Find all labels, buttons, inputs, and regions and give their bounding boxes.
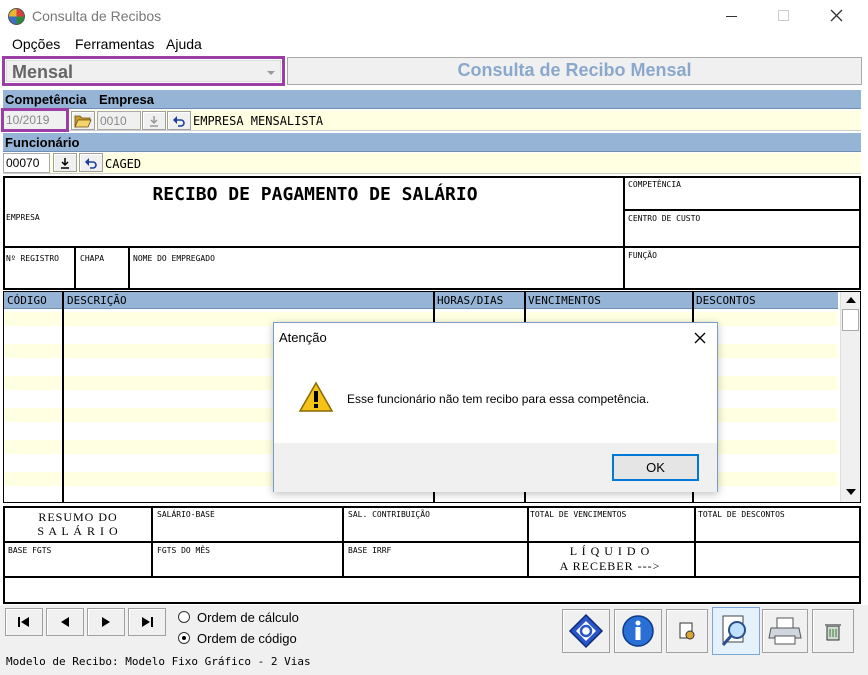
title-bar: Consulta de Recibos xyxy=(0,0,868,33)
document-gear-icon xyxy=(679,622,695,640)
funcionario-code: 00070 xyxy=(6,156,40,170)
funcionario-import-button[interactable] xyxy=(53,153,77,172)
empresa-import-button[interactable] xyxy=(142,111,166,130)
panel-title: Consulta de Recibo Mensal xyxy=(457,60,692,80)
printer-icon xyxy=(768,617,802,645)
col-horas-dias: HORAS/DIAS xyxy=(437,294,504,307)
funcionario-header: Funcionário xyxy=(3,133,861,152)
prev-record-button[interactable] xyxy=(46,608,84,636)
preview-button[interactable] xyxy=(712,607,760,655)
funcionario-name: CAGED xyxy=(105,157,142,171)
empresa-code-input[interactable]: 0010 xyxy=(97,111,141,130)
warning-icon xyxy=(298,381,334,412)
ok-button[interactable]: OK xyxy=(612,454,699,481)
refresh-button[interactable] xyxy=(562,609,610,653)
empresa-label: Empresa xyxy=(99,92,154,107)
funcionario-label: Funcionário xyxy=(5,135,80,150)
empresa-undo-button[interactable] xyxy=(167,111,191,130)
competencia-value: 10/2019 xyxy=(6,113,50,127)
menu-bar: Opções Ferramentas Ajuda xyxy=(0,33,868,55)
next-icon xyxy=(102,617,110,627)
col-descontos: DESCONTOS xyxy=(696,294,756,307)
fgts-mes-label: FGTS DO MÊS xyxy=(157,546,210,555)
window-title: Consulta de Recibos xyxy=(32,8,162,24)
empresa-code: 0010 xyxy=(100,114,127,128)
vertical-scrollbar[interactable] xyxy=(840,292,860,502)
resumo-line2: S A L Á R I O xyxy=(37,524,119,538)
ok-label: OK xyxy=(646,460,665,475)
empresa-name: EMPRESA MENSALISTA xyxy=(193,114,324,128)
first-record-button[interactable] xyxy=(5,608,43,636)
download-icon xyxy=(61,157,69,169)
competencia-label: Competência xyxy=(5,92,87,107)
trash-icon xyxy=(825,624,841,641)
period-select-value: Mensal xyxy=(12,62,74,82)
delete-button[interactable] xyxy=(812,609,854,653)
chevron-down-icon xyxy=(267,71,275,75)
order-codigo-label[interactable]: Ordem de código xyxy=(197,631,297,646)
refresh-diamond-icon xyxy=(568,613,604,649)
last-icon xyxy=(142,617,153,627)
alert-dialog: Atenção Esse funcionário não tem recibo … xyxy=(273,322,718,492)
liquido-line1: L Í Q U I D O xyxy=(569,544,651,558)
prev-icon xyxy=(61,617,69,627)
last-record-button[interactable] xyxy=(128,608,166,636)
dialog-title: Atenção xyxy=(279,330,327,345)
status-text: Modelo de Recibo: Modelo Fixo Gráfico - … xyxy=(6,655,311,668)
menu-ferramentas[interactable]: Ferramentas xyxy=(75,36,154,52)
chapa-field-label: CHAPA xyxy=(80,254,105,263)
centro-custo-field-label: CENTRO DE CUSTO xyxy=(628,214,701,223)
competencia-header: Competência Empresa xyxy=(3,90,861,109)
dialog-message: Esse funcionário não tem recibo para ess… xyxy=(347,392,650,406)
order-codigo-radio[interactable] xyxy=(178,632,190,644)
funcionario-code-input[interactable]: 00070 xyxy=(3,153,50,173)
total-vencimentos-label: TOTAL DE VENCIMENTOS xyxy=(530,510,627,519)
total-descontos-label: TOTAL DE DESCONTOS xyxy=(698,510,785,519)
info-button[interactable] xyxy=(614,609,662,653)
close-icon[interactable] xyxy=(830,9,843,22)
dialog-close-icon[interactable] xyxy=(694,332,706,344)
col-vencimentos: VENCIMENTOS xyxy=(528,294,601,307)
minimize-icon[interactable] xyxy=(726,16,737,17)
menu-ajuda[interactable]: Ajuda xyxy=(166,36,202,52)
liquido-line2: A RECEBER ---> xyxy=(559,559,661,573)
funcionario-undo-button[interactable] xyxy=(79,153,103,172)
base-irrf-label: BASE IRRF xyxy=(348,546,392,555)
period-select[interactable]: Mensal xyxy=(2,56,285,86)
base-fgts-label: BASE FGTS xyxy=(8,546,52,555)
scroll-up-icon[interactable] xyxy=(846,297,856,303)
competencia-field-label: COMPETÊNCIA xyxy=(628,180,681,189)
funcao-field-label: FUNÇÃO xyxy=(628,251,657,260)
salario-base-label: SALÁRIO-BASE xyxy=(157,510,215,519)
col-codigo: CÓDIGO xyxy=(7,294,47,307)
panel-title-box: Consulta de Recibo Mensal xyxy=(287,57,862,85)
first-icon xyxy=(18,617,29,627)
col-descricao: DESCRIÇÃO xyxy=(67,294,127,307)
folder-open-icon xyxy=(74,115,92,127)
undo-icon xyxy=(85,157,97,169)
empresa-field-label: EMPRESA xyxy=(6,213,40,222)
info-icon xyxy=(622,615,654,647)
next-record-button[interactable] xyxy=(87,608,125,636)
print-button[interactable] xyxy=(762,609,808,653)
scroll-down-icon[interactable] xyxy=(846,489,856,495)
scroll-thumb[interactable] xyxy=(842,309,859,331)
settings-button[interactable] xyxy=(666,609,708,653)
undo-icon xyxy=(173,115,185,127)
order-calculo-label[interactable]: Ordem de cálculo xyxy=(197,610,299,625)
magnifier-icon xyxy=(721,615,746,646)
menu-opcoes[interactable]: Opções xyxy=(12,36,60,52)
nome-field-label: NOME DO EMPREGADO xyxy=(133,254,215,263)
receipt-title: RECIBO DE PAGAMENTO DE SALÁRIO xyxy=(152,184,478,205)
resumo-line1: RESUMO DO xyxy=(38,510,118,524)
order-calculo-radio[interactable] xyxy=(178,611,190,623)
download-icon xyxy=(150,115,158,127)
app-icon xyxy=(8,8,25,25)
sal-contribuicao-label: SAL. CONTRIBUIÇÃO xyxy=(348,510,430,519)
maximize-icon[interactable] xyxy=(778,10,789,21)
registro-field-label: Nº REGISTRO xyxy=(6,254,59,263)
folder-open-button[interactable] xyxy=(71,111,95,130)
competencia-input[interactable]: 10/2019 xyxy=(1,108,69,132)
receipt-header: RECIBO DE PAGAMENTO DE SALÁRIO xyxy=(3,176,861,290)
